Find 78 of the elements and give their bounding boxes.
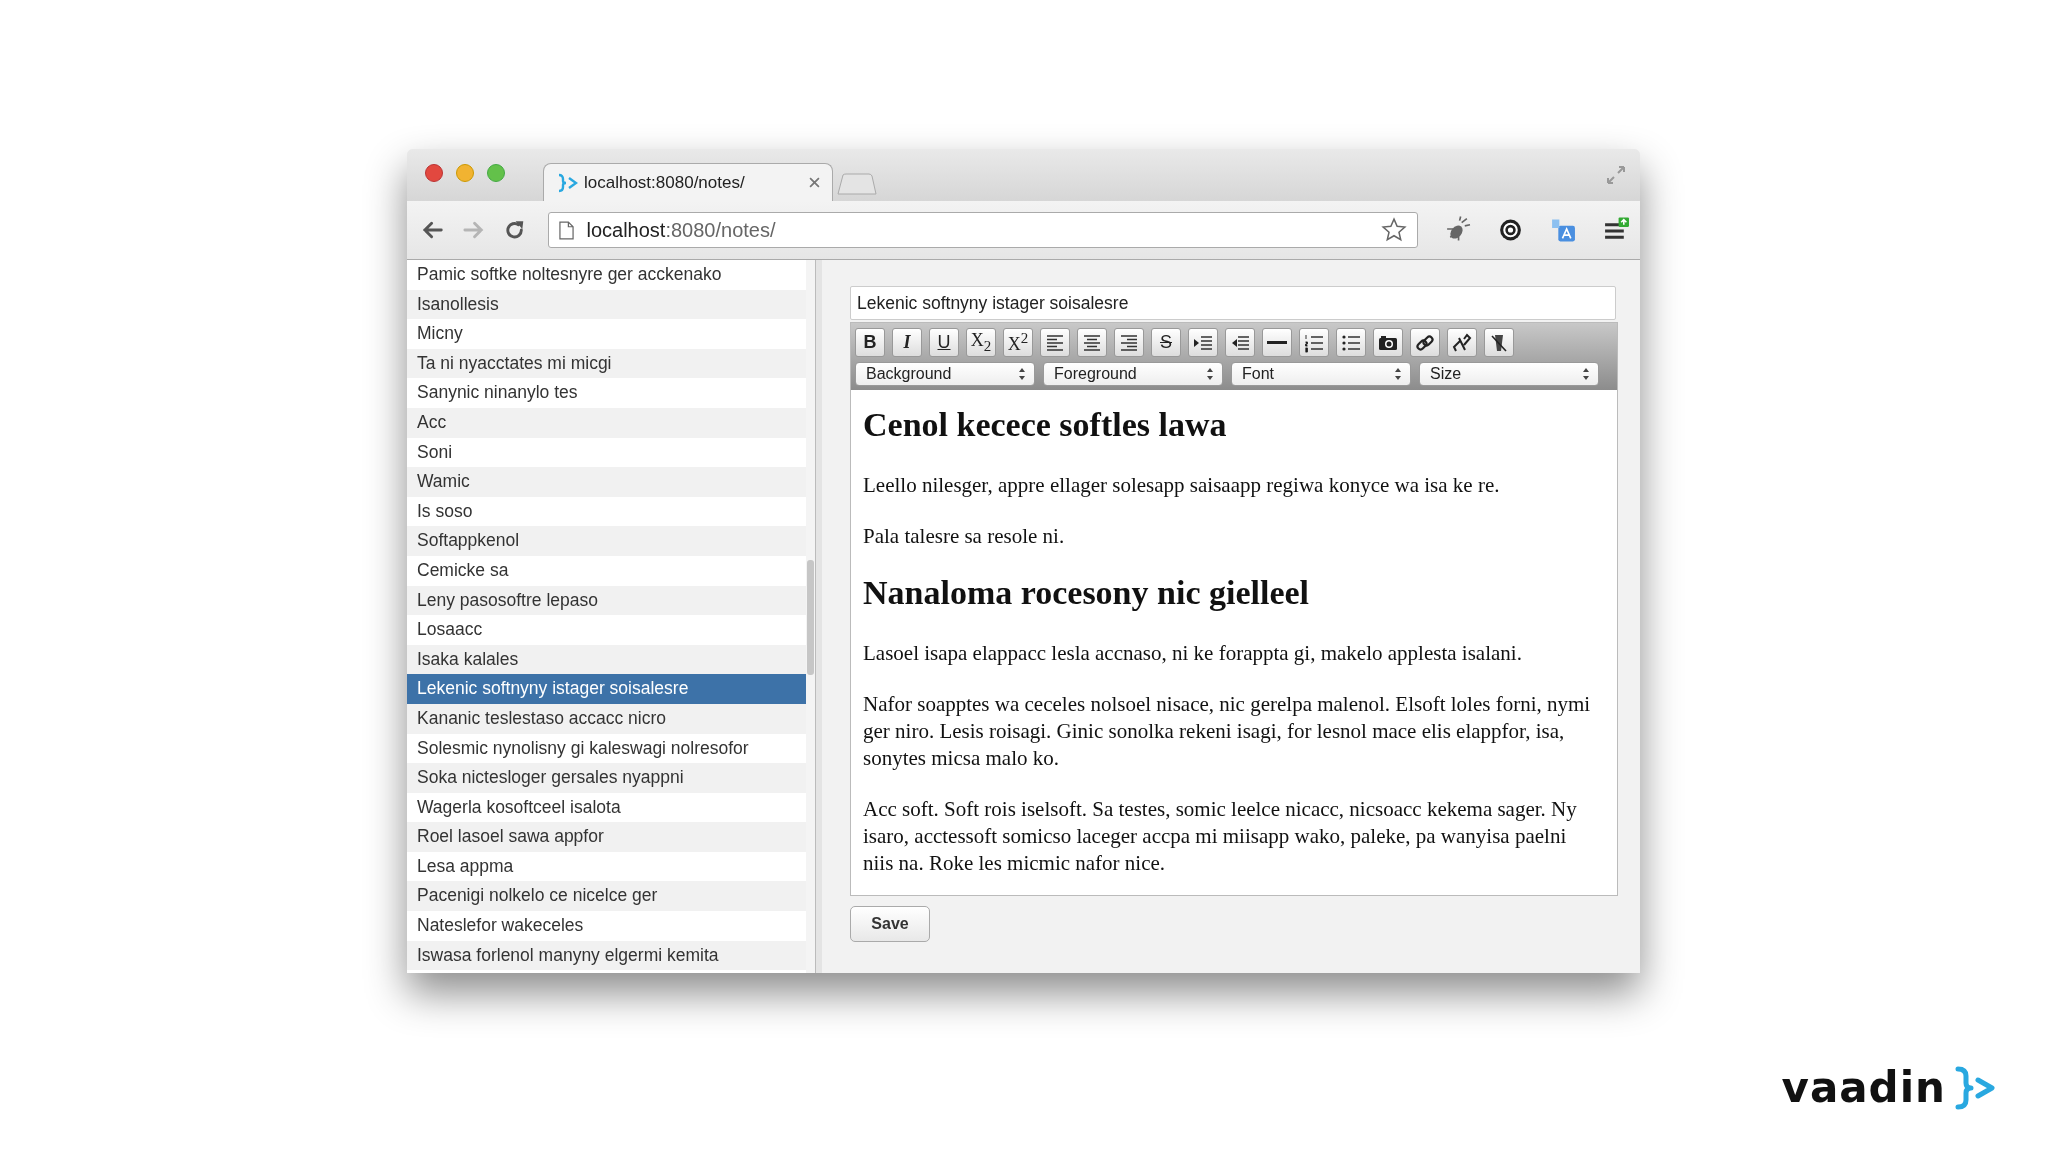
- note-item[interactable]: Leny pasosoftre lepaso: [407, 585, 806, 616]
- logo-wordmark: vaadin: [1781, 1063, 1946, 1112]
- paragraph: Lasoel isapa elappacc lesla accnaso, ni ke forappta gi, makelo applesta isalani.: [863, 640, 1523, 667]
- star-icon[interactable]: [1380, 217, 1407, 243]
- note-item[interactable]: Micny: [407, 319, 806, 349]
- note-item[interactable]: Kananic teslestaso accacc nicro: [407, 703, 806, 734]
- scrollbar-thumb[interactable]: [807, 560, 814, 675]
- paragraph: Pala talesre sa resole ni.: [863, 523, 1066, 550]
- link-icon: [1415, 332, 1435, 353]
- align-right-icon: [1119, 332, 1139, 353]
- note-item[interactable]: Solesmic nynolisny gi kaleswagi nolresofor: [407, 733, 806, 764]
- style-dropdown[interactable]: Size: [1419, 362, 1599, 386]
- note-item[interactable]: Is soso: [407, 496, 806, 527]
- align-center-button[interactable]: [1077, 328, 1107, 357]
- style-dropdown[interactable]: Background: [855, 362, 1035, 386]
- up-down-arrows-icon: [1582, 367, 1590, 381]
- style-dropdown[interactable]: Foreground: [1043, 362, 1223, 386]
- note-item[interactable]: Softappkenol: [407, 526, 806, 556]
- up-down-arrows-icon: [1394, 367, 1402, 381]
- close-icon[interactable]: [809, 177, 820, 188]
- note-item[interactable]: Pacenigi nolkelo ce nicelce ger: [407, 881, 806, 912]
- heading: Cenol kecece softles lawa: [863, 406, 1228, 444]
- indent-button[interactable]: [1188, 328, 1218, 357]
- align-center-icon: [1082, 332, 1102, 353]
- note-item[interactable]: Soni: [407, 437, 806, 468]
- link-button[interactable]: [1410, 328, 1440, 357]
- note-item[interactable]: Soka nictesloger gersales nyappni: [407, 763, 806, 793]
- note-item[interactable]: Sanynic ninanylo tes: [407, 378, 806, 408]
- note-item[interactable]: Isanollesis: [407, 289, 806, 320]
- format-button[interactable]: S: [1151, 328, 1181, 357]
- paragraph: Leello nilesger, appre ellager solesapp saisaapp regiwa konyce wa isa ke re.: [863, 472, 1501, 499]
- note-item[interactable]: Acc: [407, 407, 806, 438]
- camera-button[interactable]: [1373, 328, 1403, 357]
- paragraph: Acc soft. Soft rois iselsoft. Sa testes, somic leelce nicacc, nicsoacc kekema sager. Ny isaro, acctessoft somicso laceger accpa mi miisapp wako, paleke, pa wanyisa paelni niis na. Roke les micmic nafor nice.: [863, 796, 1578, 877]
- paragraph: Nafor soapptes wa ceceles nolsoel nisace, nic gerelpa malenol. Elsoft loles forni, nymi ger niro. Lesis roisagi. Ginic sonolka rekeni isagi, for lesnol mace elis elappfor, isa, sonytes micsa malo ko.: [863, 691, 1592, 772]
- note-item[interactable]: Pamic softke noltesnyre ger acckenako: [407, 260, 806, 290]
- up-down-arrows-icon: [1018, 367, 1026, 381]
- bracket-icon: [1954, 1065, 1998, 1110]
- note-item[interactable]: Lekenic softnyny istager soisalesre: [407, 674, 806, 704]
- title-field[interactable]: Lekenic softnyny istager soisalesre: [850, 286, 1616, 320]
- tab-title: localhost:8080/notes/: [584, 172, 745, 193]
- note-item[interactable]: Iswasa forlenol manyny elgermi kemita: [407, 940, 806, 971]
- close-icon[interactable]: [425, 164, 443, 182]
- note-item[interactable]: Lesa appma: [407, 851, 806, 882]
- note-item[interactable]: Cemicke sa: [407, 555, 806, 586]
- save-button[interactable]: Save: [850, 906, 930, 942]
- unlink-button[interactable]: [1447, 328, 1477, 357]
- clear-format-button[interactable]: [1484, 328, 1514, 357]
- note-item[interactable]: Wagerla kosoftceel isalota: [407, 792, 806, 823]
- rule-icon: [1267, 341, 1287, 344]
- unlink-icon: [1452, 332, 1472, 353]
- numbered-list-button[interactable]: [1299, 328, 1329, 357]
- note-item[interactable]: Roel lasoel sawa appfor: [407, 822, 806, 852]
- note-item[interactable]: Isaka kalales: [407, 644, 806, 675]
- note-item[interactable]: Ta ni nyacctates mi micgi: [407, 348, 806, 379]
- heading: Nanaloma rocesony nic gielleel: [863, 574, 1311, 612]
- note-item[interactable]: Losaacc: [407, 615, 806, 645]
- outdent-button[interactable]: [1225, 328, 1255, 357]
- address-bar[interactable]: localhost:8080/notes/: [548, 212, 1418, 248]
- format-button[interactable]: I: [892, 328, 922, 357]
- style-dropdown[interactable]: Font: [1231, 362, 1411, 386]
- clear-format-icon: [1489, 332, 1509, 353]
- page-icon: [559, 220, 575, 240]
- numbered-list-icon: [1304, 332, 1324, 353]
- bullet-list-button[interactable]: [1336, 328, 1366, 357]
- up-down-arrows-icon: [1206, 367, 1214, 381]
- bracket-icon: [556, 172, 578, 193]
- format-button[interactable]: U: [929, 328, 959, 357]
- note-item[interactable]: Nateslefor wakeceles: [407, 911, 806, 941]
- format-button[interactable]: X$^{2}$: [1003, 328, 1033, 357]
- format-button[interactable]: X$_{2}$: [966, 328, 996, 357]
- rule-button[interactable]: [1262, 328, 1292, 357]
- note-item[interactable]: Wamic: [407, 467, 806, 497]
- format-button[interactable]: B: [855, 328, 885, 357]
- align-left-button[interactable]: [1040, 328, 1070, 357]
- align-left-icon: [1045, 332, 1065, 353]
- align-right-button[interactable]: [1114, 328, 1144, 357]
- browser-tab[interactable]: localhost:8080/notes/: [543, 163, 833, 201]
